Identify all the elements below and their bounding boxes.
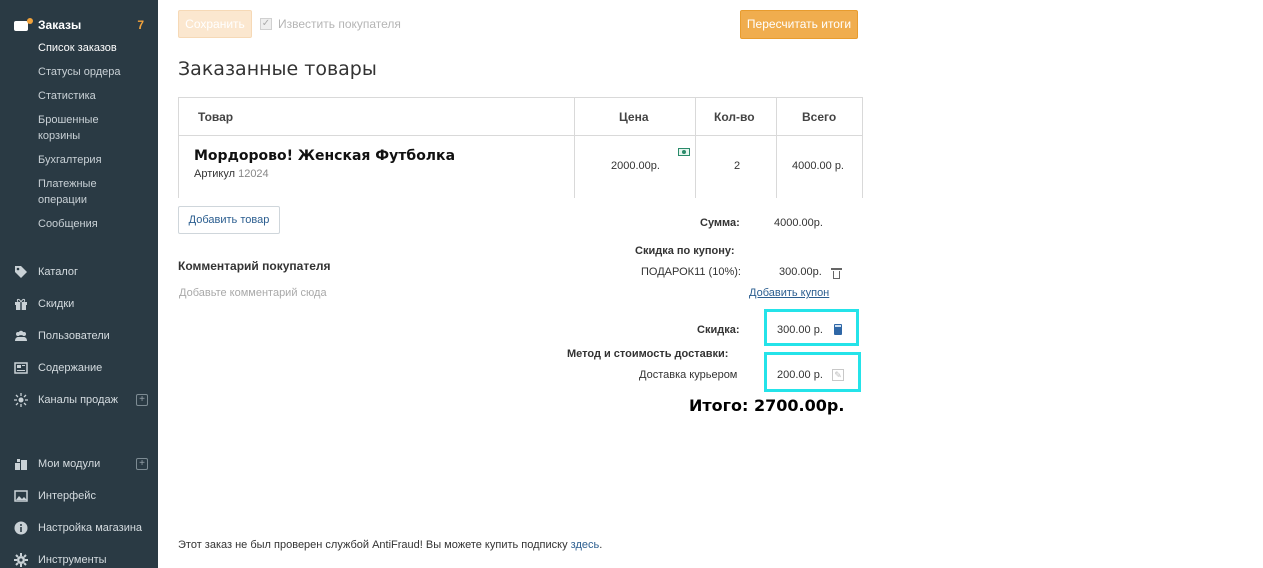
content-icon [14, 361, 28, 375]
antifraud-end: . [599, 539, 603, 551]
sidebar-item-label: Инструменты [38, 554, 107, 566]
gift-icon [14, 297, 28, 311]
sidebar-item-catalog[interactable]: Каталог [14, 263, 148, 281]
notify-customer-checkbox[interactable]: ✓ Известить покупателя [260, 17, 401, 31]
save-button[interactable]: Сохранить [178, 10, 252, 38]
antifraud-text: Этот заказ не был проверен службой AntiF… [178, 539, 568, 551]
expand-plus-icon[interactable]: + [136, 458, 148, 470]
add-coupon-link[interactable]: Добавить купон [749, 287, 829, 299]
delivery-method: Доставка курьером [639, 369, 738, 381]
sidebar-item-label: Скидки [38, 298, 75, 310]
sum-label: Сумма: [700, 217, 740, 229]
discount-value[interactable]: 300.00 р. [777, 324, 823, 336]
customer-comment-title: Комментарий покупателя [178, 259, 331, 273]
sidebar-item-label: Интерфейс [38, 490, 96, 502]
sku-label: Артикул [194, 168, 236, 180]
table-header-row [179, 98, 862, 136]
coupon-name: ПОДАРОК11 (10%): [641, 266, 741, 278]
header-price: Цена [619, 110, 649, 124]
sidebar-subitem-abandoned-carts[interactable]: Брошенные корзины [38, 112, 118, 144]
sum-value: 4000.00р. [774, 217, 823, 229]
sidebar-subitem-messages[interactable]: Сообщения [38, 216, 148, 232]
sidebar-item-discounts[interactable]: Скидки [14, 295, 148, 313]
header-total: Всего [802, 110, 837, 124]
order-total: Итого: 2700.00р. [689, 396, 844, 415]
product-qty: 2 [734, 160, 741, 172]
delivery-value[interactable]: 200.00 р. [777, 369, 823, 381]
product-total: 4000.00 р. [792, 160, 844, 172]
channels-icon [14, 393, 28, 407]
column-divider [776, 98, 777, 198]
discount-label: Скидка: [697, 324, 740, 336]
sidebar-subitem-statistics[interactable]: Статистика [38, 88, 148, 104]
sidebar-item-users[interactable]: Пользователи [14, 327, 148, 345]
check-icon[interactable]: ✓ [260, 18, 272, 30]
product-sku: Артикул 12024 [194, 168, 269, 180]
users-icon [14, 329, 28, 343]
ordered-products-table: Товар Цена Кол-во Всего Мордорово! Женск… [178, 97, 863, 198]
header-product: Товар [198, 110, 234, 124]
sidebar-item-label: Мои модули [38, 458, 101, 470]
info-icon [14, 521, 28, 535]
sidebar-item-label: Заказы [38, 18, 82, 32]
gear-icon [14, 553, 28, 567]
sidebar-item-my-modules[interactable]: Мои модули + [14, 455, 148, 473]
sidebar-item-interface[interactable]: Интерфейс [14, 487, 148, 505]
image-icon [14, 489, 28, 503]
product-name[interactable]: Мордорово! Женская Футболка [194, 148, 455, 164]
recalculate-totals-button[interactable]: Пересчитать итоги [740, 10, 858, 39]
delivery-label: Метод и стоимость доставки: [567, 348, 729, 360]
antifraud-notice: Этот заказ не был проверен службой AntiF… [178, 539, 602, 551]
coupon-value: 300.00р. [779, 266, 822, 278]
sidebar-item-label: Содержание [38, 362, 103, 374]
coupon-discount-label: Скидка по купону: [635, 245, 735, 257]
sidebar-item-label: Каталог [38, 266, 78, 278]
orders-icon [14, 18, 33, 32]
trash-icon[interactable] [831, 268, 842, 279]
sidebar-item-store-settings[interactable]: Настройка магазина [14, 519, 148, 537]
antifraud-link[interactable]: здесь [571, 539, 600, 551]
sidebar: Заказы 7 Список заказов Статусы ордера С… [0, 0, 158, 568]
sidebar-subitem-order-list[interactable]: Список заказов [38, 40, 148, 56]
sidebar-item-sales-channels[interactable]: Каналы продаж + [14, 391, 148, 409]
sidebar-item-label: Настройка магазина [38, 522, 143, 534]
sidebar-item-tools[interactable]: Инструменты [14, 551, 148, 568]
product-price: 2000.00р. [611, 160, 660, 172]
column-divider [695, 98, 696, 198]
total-label: Итого: [689, 396, 749, 415]
page-title: Заказанные товары [178, 58, 377, 80]
modules-icon [14, 457, 28, 471]
total-value: 2700.00р. [753, 396, 845, 415]
notify-customer-label: Известить покупателя [278, 17, 401, 31]
sidebar-subitem-payment-operations[interactable]: Платежные операции [38, 176, 118, 208]
calculator-icon[interactable] [834, 324, 842, 335]
expand-plus-icon[interactable]: + [136, 394, 148, 406]
sidebar-item-content[interactable]: Содержание [14, 359, 148, 377]
column-divider [574, 98, 575, 198]
sidebar-subitem-accounting[interactable]: Бухгалтерия [38, 152, 148, 168]
sidebar-item-orders[interactable]: Заказы 7 [14, 16, 144, 34]
sidebar-item-label: Каналы продаж [38, 394, 118, 406]
edit-icon[interactable]: ✎ [832, 369, 844, 381]
sidebar-item-label: Пользователи [38, 330, 110, 342]
sidebar-subitem-order-statuses[interactable]: Статусы ордера [38, 64, 148, 80]
money-icon[interactable] [678, 148, 690, 156]
add-product-button[interactable]: Добавить товар [178, 206, 280, 234]
tag-icon [14, 265, 28, 279]
sku-value: 12024 [238, 168, 269, 180]
orders-count-badge: 7 [137, 18, 144, 32]
header-qty: Кол-во [714, 110, 755, 124]
customer-comment-input[interactable]: Добавьте комментарий сюда [179, 287, 327, 299]
